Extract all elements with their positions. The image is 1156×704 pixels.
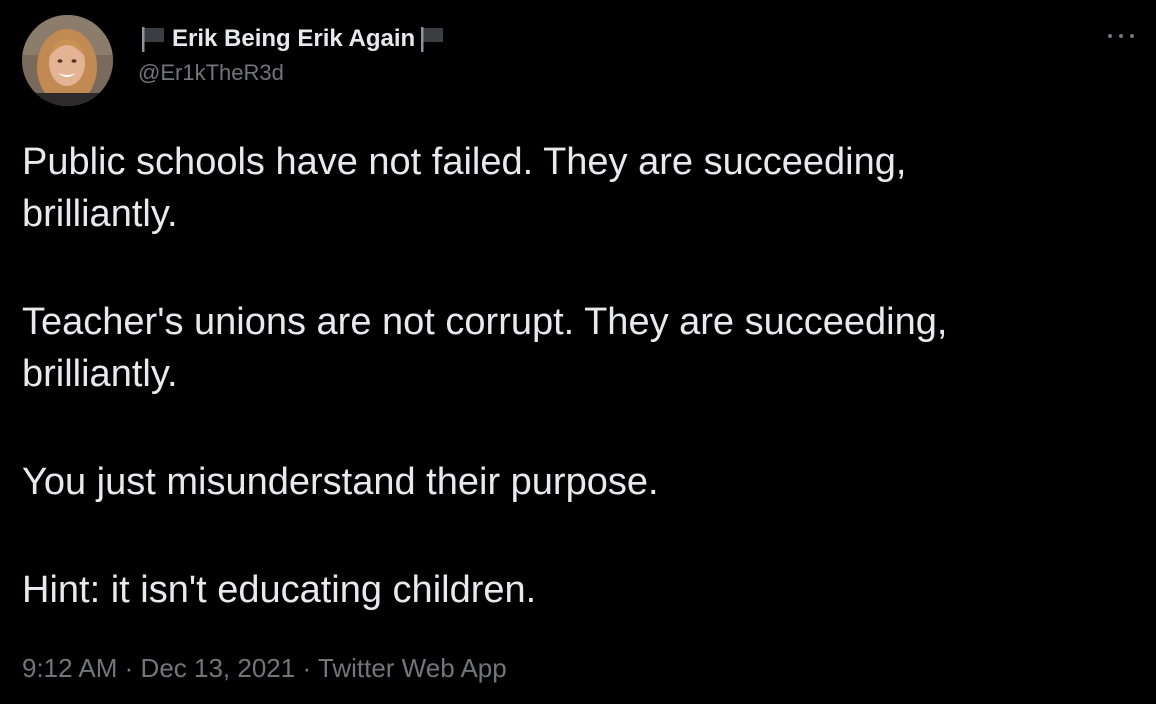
tweet-header: Erik Being Erik Again @Er1kTheR3d	[138, 22, 447, 86]
tweet-paragraph: Teacher's unions are not corrupt. They a…	[22, 296, 1132, 400]
name-row[interactable]: Erik Being Erik Again	[138, 22, 447, 56]
meta-separator: ·	[302, 653, 312, 683]
avatar[interactable]	[22, 15, 113, 106]
black-flag-icon	[417, 24, 447, 54]
tweet-text: Public schools have not failed. They are…	[22, 136, 1132, 616]
tweet-metadata: 9:12 AM · Dec 13, 2021 · Twitter Web App	[22, 653, 507, 684]
tweet-source[interactable]: Twitter Web App	[318, 653, 507, 683]
more-options-icon[interactable]	[1108, 26, 1134, 46]
tweet-line: Hint: it isn't educating children.	[22, 569, 537, 611]
tweet-line: You just misunderstand their purpose.	[22, 461, 659, 503]
tweet-paragraph: Hint: it isn't educating children.	[22, 564, 1132, 616]
avatar-image	[22, 15, 113, 106]
tweet-time[interactable]: 9:12 AM	[22, 653, 117, 683]
meta-separator: ·	[124, 653, 134, 683]
tweet-card: Erik Being Erik Again @Er1kTheR3d Public…	[0, 0, 1156, 704]
tweet-line: brilliantly.	[22, 353, 178, 395]
user-handle[interactable]: @Er1kTheR3d	[138, 60, 447, 86]
tweet-line: Public schools have not failed. They are…	[22, 141, 907, 183]
tweet-date[interactable]: Dec 13, 2021	[141, 653, 296, 683]
tweet-line: brilliantly.	[22, 193, 178, 235]
display-name[interactable]: Erik Being Erik Again	[172, 25, 415, 53]
tweet-line: Teacher's unions are not corrupt. They a…	[22, 301, 948, 343]
tweet-paragraph: You just misunderstand their purpose.	[22, 456, 1132, 508]
black-flag-icon	[138, 24, 168, 54]
tweet-paragraph: Public schools have not failed. They are…	[22, 136, 1132, 240]
